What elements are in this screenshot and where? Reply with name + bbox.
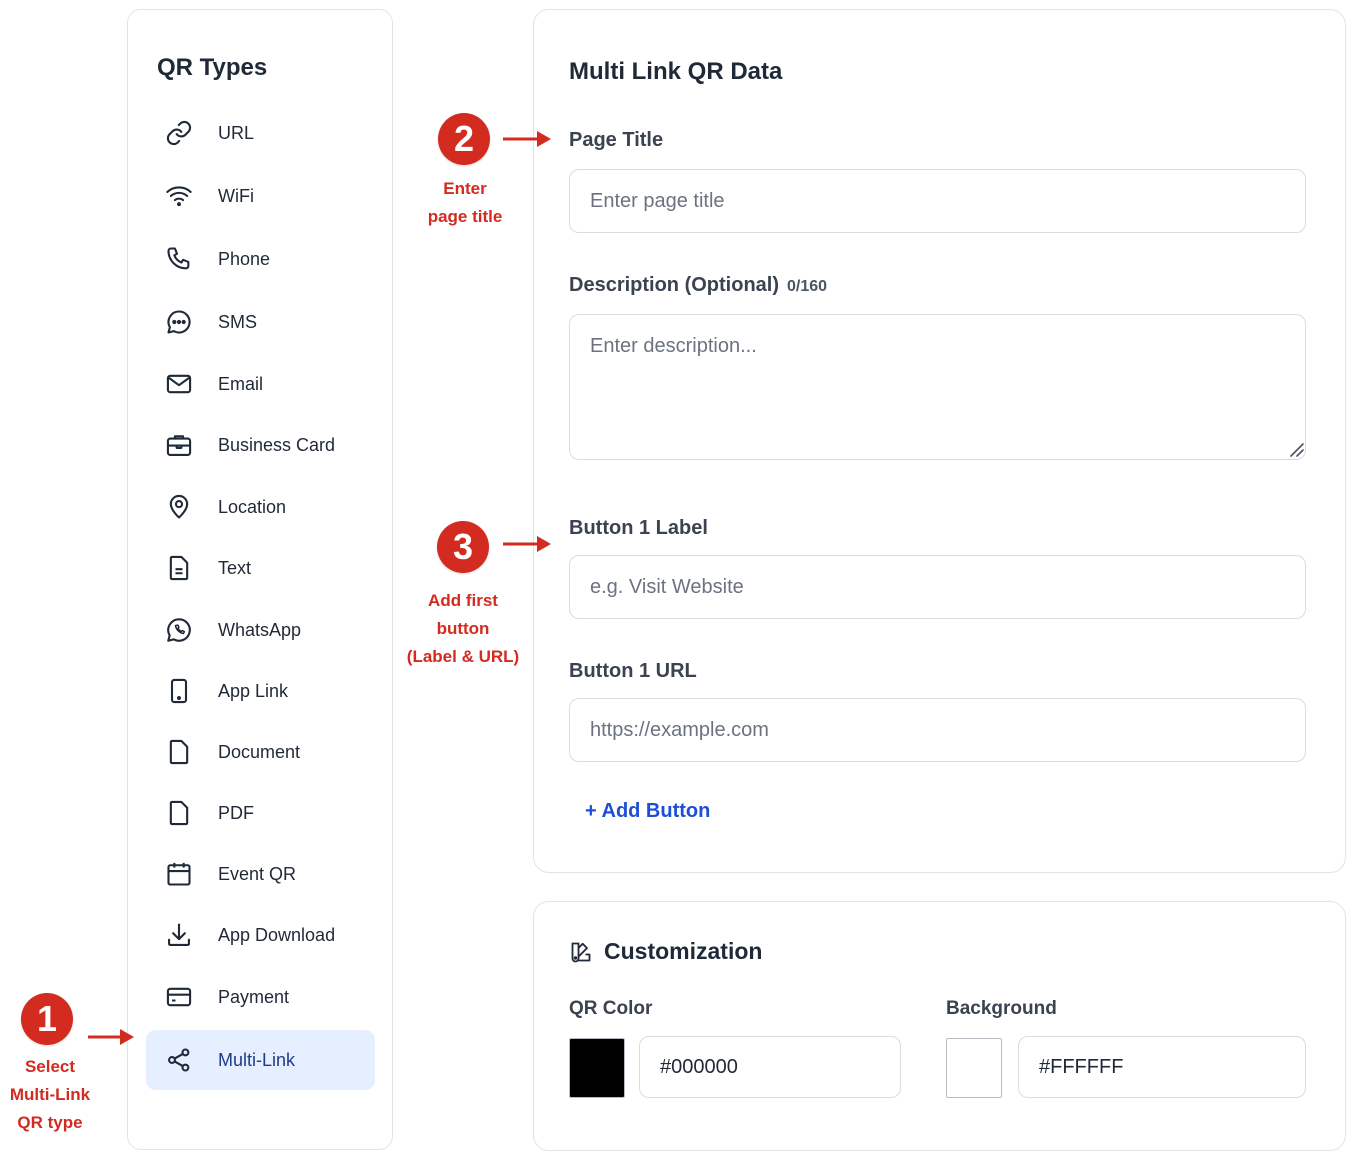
multi-link-data-card: Multi Link QR Data Page Title Descriptio… — [533, 9, 1346, 873]
page-title-input[interactable] — [569, 169, 1306, 233]
file-icon — [164, 737, 194, 767]
customization-card: Customization QR Color Background — [533, 901, 1346, 1151]
qr-color-label: QR Color — [569, 998, 653, 1019]
sidebar-item-label: PDF — [218, 802, 254, 823]
step-3-note: Add first button (Label & URL) — [400, 587, 526, 671]
sidebar-item-label: WiFi — [218, 185, 254, 206]
step-1-note: Select Multi-Link QR type — [0, 1053, 100, 1137]
sidebar-item-url[interactable]: URL — [146, 103, 375, 163]
smartphone-icon — [164, 676, 194, 706]
background-color-input[interactable] — [1018, 1036, 1306, 1098]
share-icon — [164, 1045, 194, 1075]
step-3-arrow-icon — [503, 536, 551, 552]
sidebar-item-whatsapp[interactable]: WhatsApp — [146, 600, 375, 660]
note-line: Multi-Link — [9, 1085, 91, 1104]
note-line: button — [436, 619, 490, 638]
sidebar-item-label: App Link — [218, 680, 289, 701]
background-color-swatch[interactable] — [946, 1038, 1002, 1098]
qr-color-input[interactable] — [639, 1036, 901, 1098]
credit-card-icon — [164, 982, 194, 1012]
note-line: QR type — [17, 1113, 83, 1132]
add-button[interactable]: + Add Button — [585, 800, 710, 823]
file-icon — [164, 798, 194, 828]
sidebar-item-label: URL — [218, 122, 255, 143]
sidebar-item-wifi[interactable]: WiFi — [146, 166, 375, 226]
briefcase-icon — [164, 430, 194, 460]
message-icon — [164, 307, 194, 337]
sidebar-item-label: Business Card — [218, 434, 336, 455]
note-line: page title — [427, 207, 503, 226]
map-pin-icon — [164, 492, 194, 522]
note-line: Select — [24, 1057, 76, 1076]
sidebar-item-multi-link[interactable]: Multi-Link — [146, 1030, 375, 1090]
customization-title: Customization — [604, 938, 763, 964]
sidebar-item-label: Phone — [218, 248, 271, 269]
link-icon — [164, 118, 194, 148]
description-counter: 0/160 — [787, 278, 828, 295]
sidebar-item-text[interactable]: Text — [146, 538, 375, 598]
sidebar-item-phone[interactable]: Phone — [146, 229, 375, 289]
sidebar-item-app-link[interactable]: App Link — [146, 661, 375, 721]
step-1-badge: 1 — [21, 993, 73, 1045]
sidebar-item-location[interactable]: Location — [146, 477, 375, 537]
phone-icon — [164, 244, 194, 274]
sidebar-item-pdf[interactable]: PDF — [146, 783, 375, 843]
sidebar-item-event-qr[interactable]: Event QR — [146, 844, 375, 904]
step-2-arrow-icon — [503, 131, 551, 147]
sidebar-item-app-download[interactable]: App Download — [146, 905, 375, 965]
sidebar-item-label: Event QR — [218, 863, 297, 884]
download-icon — [164, 920, 194, 950]
sidebar-item-label: SMS — [218, 311, 258, 332]
sidebar-item-label: Location — [218, 496, 287, 517]
whatsapp-icon — [164, 615, 194, 645]
step-3-badge: 3 — [437, 521, 489, 573]
sidebar-item-label: Multi-Link — [218, 1049, 296, 1070]
description-textarea[interactable] — [569, 314, 1306, 460]
button1-url-label: Button 1 URL — [569, 660, 697, 682]
calendar-icon — [164, 859, 194, 889]
sidebar-item-document[interactable]: Document — [146, 722, 375, 782]
sidebar-item-sms[interactable]: SMS — [146, 292, 375, 352]
page-title-label: Page Title — [569, 129, 664, 151]
text-file-icon — [164, 553, 194, 583]
wifi-icon — [164, 181, 194, 211]
sidebar-item-label: Document — [218, 741, 301, 762]
description-label-row: Description (Optional) 0/160 — [569, 274, 827, 297]
sidebar-item-label: Text — [218, 557, 252, 578]
qr-types-sidebar: QR Types URL WiFi Phone SMS Email Busine… — [127, 9, 393, 1150]
note-line: Add first — [428, 591, 498, 610]
button1-label-label: Button 1 Label — [569, 517, 708, 539]
background-label: Background — [946, 998, 1057, 1019]
button1-url-input[interactable] — [569, 698, 1306, 762]
palette-icon — [571, 942, 591, 963]
step-2-note: Enter page title — [410, 175, 520, 231]
step-1-arrow-icon — [88, 1029, 134, 1045]
qr-color-swatch[interactable] — [569, 1038, 625, 1098]
step-2-badge: 2 — [438, 113, 490, 165]
resize-handle-icon[interactable] — [1288, 441, 1304, 457]
sidebar-item-email[interactable]: Email — [146, 354, 375, 414]
mail-icon — [164, 369, 194, 399]
sidebar-title: QR Types — [157, 54, 268, 81]
button1-label-input[interactable] — [569, 555, 1306, 619]
sidebar-item-label: Email — [218, 373, 264, 394]
sidebar-item-label: App Download — [218, 924, 336, 945]
note-line: (Label & URL) — [406, 647, 520, 666]
sidebar-item-business-card[interactable]: Business Card — [146, 415, 375, 475]
card-title: Multi Link QR Data — [569, 58, 783, 85]
description-label: Description (Optional) — [569, 274, 779, 296]
note-line: Enter — [443, 179, 487, 198]
sidebar-item-label: WhatsApp — [218, 619, 302, 640]
sidebar-item-label: Payment — [218, 986, 290, 1007]
sidebar-item-payment[interactable]: Payment — [146, 967, 375, 1027]
